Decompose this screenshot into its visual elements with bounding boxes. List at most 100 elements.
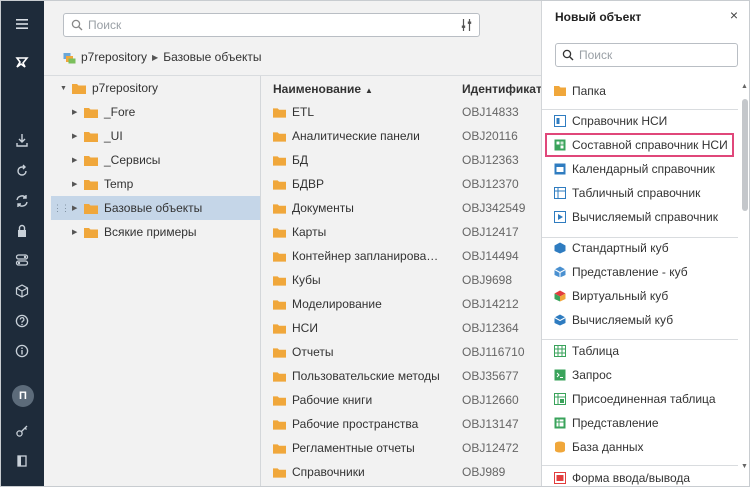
list-row[interactable]: Отчеты OBJ116710 bbox=[262, 340, 541, 364]
row-name: Документы bbox=[292, 201, 354, 215]
row-name: Рабочие книги bbox=[292, 393, 373, 407]
expand-icon[interactable]: ▶ bbox=[72, 108, 80, 116]
folder-icon bbox=[84, 203, 98, 214]
book-icon[interactable] bbox=[13, 452, 31, 470]
settings-toggle-icon[interactable] bbox=[13, 251, 31, 269]
expand-icon[interactable]: ▶ bbox=[72, 228, 80, 236]
folder-icon bbox=[273, 156, 286, 166]
tree-item-label: _UI bbox=[104, 129, 123, 143]
list-row[interactable]: Кубы OBJ9698 bbox=[262, 268, 541, 292]
list-row[interactable]: НСИ OBJ12364 bbox=[262, 316, 541, 340]
scrollbar-thumb[interactable] bbox=[742, 99, 748, 211]
scrollbar[interactable]: ▲ ▼ bbox=[738, 79, 749, 486]
new-object-item[interactable]: Табличный справочник bbox=[542, 181, 738, 205]
search-input[interactable] bbox=[88, 17, 448, 33]
tree-item-selected[interactable]: ⋮⋮ ▶ Базовые объекты bbox=[51, 196, 260, 220]
new-object-item[interactable]: Вычисляемый куб bbox=[542, 308, 738, 332]
tree-item[interactable]: ▶ _Fore bbox=[51, 100, 260, 124]
list-row[interactable]: Контейнер запланированны... OBJ14494 bbox=[262, 244, 541, 268]
list-row[interactable]: Рабочие пространства OBJ13147 bbox=[262, 412, 541, 436]
list-row[interactable]: Аналитические панели OBJ20116 bbox=[262, 124, 541, 148]
key-icon[interactable] bbox=[13, 422, 31, 440]
tree-item[interactable]: ▶ _UI bbox=[51, 124, 260, 148]
list-row[interactable]: БДВР OBJ12370 bbox=[262, 172, 541, 196]
tree-item[interactable]: ▶ _Сервисы bbox=[51, 148, 260, 172]
new-object-item[interactable]: Справочник НСИ bbox=[542, 109, 738, 133]
folder-icon bbox=[273, 468, 286, 478]
tree-item[interactable]: ▶ Temp bbox=[51, 172, 260, 196]
expand-icon[interactable]: ▶ bbox=[72, 204, 80, 212]
sync-icon[interactable] bbox=[13, 192, 31, 210]
tree-item[interactable]: ▶ Всякие примеры bbox=[51, 220, 260, 244]
collapse-icon[interactable]: ▼ bbox=[60, 85, 68, 92]
query-icon bbox=[554, 369, 566, 381]
folder-icon bbox=[84, 131, 98, 142]
filter-settings-icon[interactable] bbox=[460, 18, 473, 32]
import-icon[interactable] bbox=[13, 131, 31, 149]
new-object-item[interactable]: Составной справочник НСИ bbox=[545, 133, 734, 157]
tree-item-root[interactable]: ▼ p7repository bbox=[51, 76, 260, 100]
list-row[interactable]: Регламентные отчеты OBJ12472 bbox=[262, 436, 541, 460]
refresh-icon[interactable] bbox=[13, 162, 31, 180]
close-icon[interactable]: × bbox=[730, 7, 738, 23]
folder-icon bbox=[273, 420, 286, 430]
repository-icon bbox=[63, 52, 76, 63]
tree-item-label: Всякие примеры bbox=[104, 225, 197, 239]
list-row[interactable]: Рабочие книги OBJ12660 bbox=[262, 388, 541, 412]
logo-icon[interactable] bbox=[13, 53, 31, 71]
row-id: OBJ12363 bbox=[462, 153, 519, 167]
new-object-item[interactable]: Запрос bbox=[542, 363, 738, 387]
info-icon[interactable] bbox=[13, 342, 31, 360]
standard-cube-icon bbox=[554, 242, 566, 254]
folder-icon bbox=[273, 444, 286, 454]
row-id: OBJ35677 bbox=[462, 369, 519, 383]
new-object-item[interactable]: База данных bbox=[542, 435, 738, 459]
item-label: Календарный справочник bbox=[572, 162, 715, 176]
cube-icon[interactable] bbox=[13, 282, 31, 300]
new-object-item[interactable]: Форма ввода/вывода bbox=[542, 466, 738, 486]
expand-icon[interactable]: ▶ bbox=[72, 180, 80, 188]
computed-dictionary-icon bbox=[554, 211, 566, 223]
new-object-item[interactable]: Папка bbox=[542, 79, 738, 103]
lock-icon[interactable] bbox=[13, 222, 31, 240]
scroll-down-icon[interactable]: ▼ bbox=[741, 463, 748, 470]
drag-handle-icon[interactable]: ⋮⋮ bbox=[53, 203, 70, 213]
new-object-item[interactable]: Стандартный куб bbox=[542, 236, 738, 260]
avatar[interactable]: П bbox=[12, 385, 34, 407]
list-row[interactable]: БД OBJ12363 bbox=[262, 148, 541, 172]
row-id: OBJ20116 bbox=[462, 129, 518, 143]
list-row[interactable]: ETL OBJ14833 bbox=[262, 100, 541, 124]
new-object-item[interactable]: Таблица bbox=[542, 339, 738, 363]
help-icon[interactable] bbox=[13, 312, 31, 330]
list-row[interactable]: Справочники OBJ989 bbox=[262, 460, 541, 484]
item-label: Справочник НСИ bbox=[572, 114, 668, 128]
new-object-item[interactable]: Представление bbox=[542, 411, 738, 435]
breadcrumb-repo[interactable]: p7repository bbox=[81, 50, 147, 64]
list-row[interactable]: Моделирование OBJ14212 bbox=[262, 292, 541, 316]
breadcrumb-separator-icon: ▶ bbox=[152, 52, 159, 62]
expand-icon[interactable]: ▶ bbox=[72, 156, 80, 164]
list-row[interactable]: Карты OBJ12417 bbox=[262, 220, 541, 244]
panel-search-box[interactable] bbox=[555, 43, 738, 67]
panel-title: Новый объект bbox=[555, 10, 642, 24]
scroll-up-icon[interactable]: ▲ bbox=[741, 83, 748, 90]
folder-icon bbox=[273, 180, 286, 190]
list-row[interactable]: Документы OBJ342549 bbox=[262, 196, 541, 220]
row-name: Регламентные отчеты bbox=[292, 441, 415, 455]
column-header-name[interactable]: Наименование ▲ bbox=[273, 82, 373, 96]
item-label: Представление - куб bbox=[572, 265, 688, 279]
list-row[interactable]: Пользовательские методы OBJ35677 bbox=[262, 364, 541, 388]
panel-search-input[interactable] bbox=[579, 47, 729, 63]
new-object-item[interactable]: Представление - куб bbox=[542, 260, 738, 284]
menu-icon[interactable] bbox=[13, 15, 31, 33]
linked-table-icon bbox=[554, 393, 566, 405]
search-box[interactable] bbox=[63, 13, 480, 37]
new-object-item[interactable]: Календарный справочник bbox=[542, 157, 738, 181]
folder-icon bbox=[554, 86, 566, 96]
item-label: Форма ввода/вывода bbox=[572, 471, 691, 485]
new-object-item[interactable]: Вычисляемый справочник bbox=[542, 205, 738, 229]
expand-icon[interactable]: ▶ bbox=[72, 132, 80, 140]
new-object-item[interactable]: Присоединенная таблица bbox=[542, 387, 738, 411]
table-icon bbox=[554, 345, 566, 357]
new-object-item[interactable]: Виртуальный куб bbox=[542, 284, 738, 308]
